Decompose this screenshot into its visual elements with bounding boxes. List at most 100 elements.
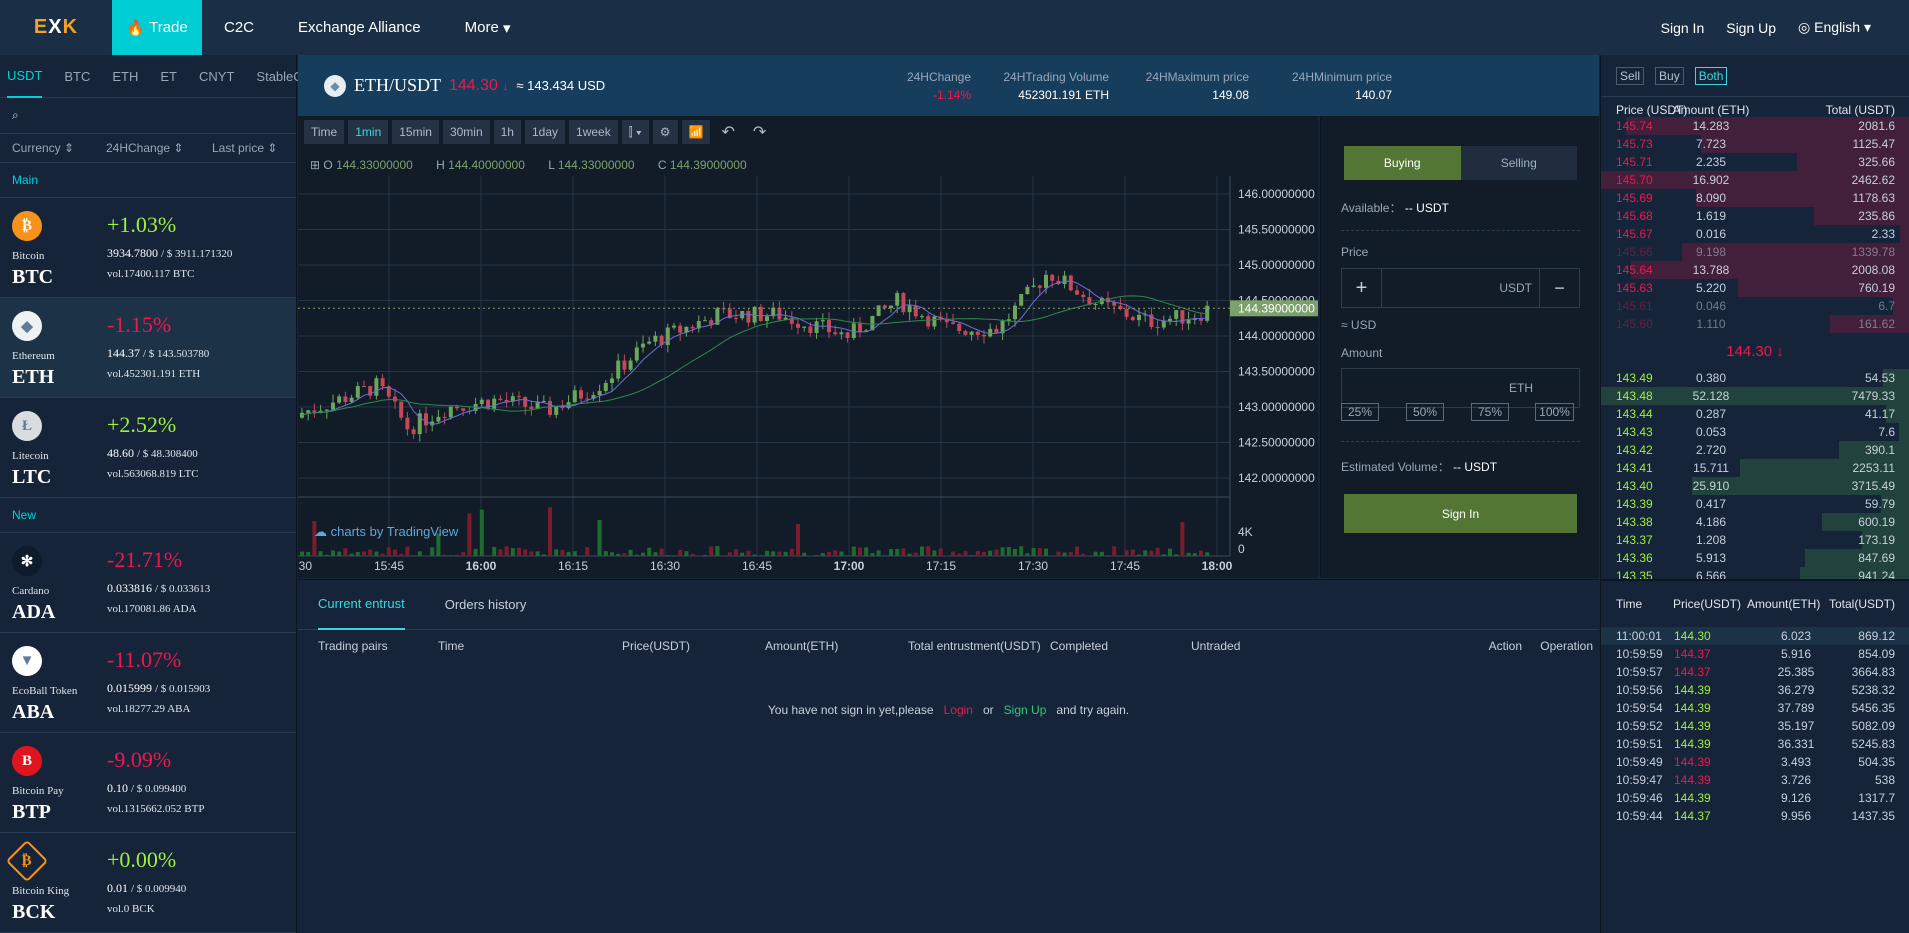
volume-bar xyxy=(393,549,397,556)
percent-25-button[interactable]: 25% xyxy=(1341,403,1379,421)
sort-last-price[interactable]: Last price ⇕ xyxy=(212,141,277,155)
nav-exchange-alliance[interactable]: Exchange Alliance xyxy=(276,0,443,55)
volume-bar xyxy=(678,549,683,556)
amount-input[interactable]: ETH xyxy=(1341,368,1580,408)
candle xyxy=(957,323,962,332)
candle xyxy=(579,390,583,399)
price-input[interactable]: + USDT − xyxy=(1341,268,1580,308)
tab-orders-history[interactable]: Orders history xyxy=(445,580,527,630)
candle xyxy=(907,305,912,313)
bid-row[interactable]: 143.41 15.711 2253.11 xyxy=(1601,459,1909,477)
filter-buy[interactable]: Buy xyxy=(1655,66,1684,85)
market-item-bck[interactable]: ₿ Bitcoin King BCK +0.00% 0.01 / $ 0.009… xyxy=(0,833,296,933)
order-book-panel: Sell Buy Both Price (USDT) Amount (ETH) To… xyxy=(1600,55,1909,933)
market-item-eth[interactable]: ◆ Ethereum ETH -1.15% 144.37 / $ 143.503… xyxy=(0,298,296,398)
bid-row[interactable]: 143.49 0.380 54.53 xyxy=(1601,369,1909,387)
ask-row[interactable]: 145.68 1.619 235.86 xyxy=(1601,207,1909,225)
market-item-ltc[interactable]: Ł Litecoin LTC +2.52% 48.60 / $ 48.30840… xyxy=(0,398,296,498)
quote-tab-usdt[interactable]: USDT xyxy=(7,55,43,98)
ask-row[interactable]: 145.70 16.902 2462.62 xyxy=(1601,171,1909,189)
candle xyxy=(876,305,881,316)
logo[interactable]: EXK xyxy=(0,0,112,55)
quote-tab-btc[interactable]: BTC xyxy=(64,55,90,98)
bid-row[interactable]: 143.36 5.913 847.69 xyxy=(1601,549,1909,567)
candle xyxy=(1174,310,1179,319)
nav-trade[interactable]: 🔥 Trade xyxy=(112,0,202,55)
sort-24h-change[interactable]: 24HChange ⇕ xyxy=(106,141,183,155)
login-link[interactable]: Login xyxy=(944,703,973,717)
price-chart[interactable]: Time 1min 15min 30min 1h 1day 1week ⫿ ▾ ⚙ 📶 ↶ ↷ ⊞ O… xyxy=(298,116,1318,578)
volume-bar xyxy=(1161,554,1166,556)
quote-tab-eth[interactable]: ETH xyxy=(112,55,138,98)
nav-more[interactable]: More ▾ xyxy=(443,0,533,55)
buying-tab[interactable]: Buying xyxy=(1344,146,1461,180)
orders-col-header: Trading pairs xyxy=(318,639,388,653)
bid-row[interactable]: 143.40 25.910 3715.49 xyxy=(1601,477,1909,495)
stat-24h-change: 24HChange -1.14% xyxy=(906,70,971,102)
time-tick: 17:30 xyxy=(1018,559,1048,573)
selling-tab[interactable]: Selling xyxy=(1460,146,1577,180)
orders-col-header: Total entrustment(USDT) xyxy=(908,639,1041,653)
ask-row[interactable]: 145.63 5.220 760.19 xyxy=(1601,279,1909,297)
ask-row[interactable]: 145.61 0.046 6.7 xyxy=(1601,297,1909,315)
market-item-aba[interactable]: ▼ EcoBall Token ABA -11.07% 0.015999 / $… xyxy=(0,633,296,733)
volume-bar xyxy=(417,551,422,556)
candle xyxy=(814,321,819,333)
sort-currency[interactable]: Currency ⇕ xyxy=(12,141,74,155)
bid-row[interactable]: 143.44 0.287 41.17 xyxy=(1601,405,1909,423)
bid-row[interactable]: 143.38 4.186 600.19 xyxy=(1601,513,1909,531)
ask-row[interactable]: 145.66 9.198 1339.78 xyxy=(1601,243,1909,261)
ask-row[interactable]: 145.67 0.016 2.33 xyxy=(1601,225,1909,243)
language-select[interactable]: ◎ English ▾ xyxy=(1798,19,1871,36)
sign-up-link[interactable]: Sign Up xyxy=(1726,20,1776,36)
candle xyxy=(517,396,521,398)
price-tick: 145.00000000 xyxy=(1238,258,1315,272)
volume-bar xyxy=(554,549,559,556)
bid-row[interactable]: 143.42 2.720 390.1 xyxy=(1601,441,1909,459)
percent-75-button[interactable]: 75% xyxy=(1471,403,1509,421)
decrease-price-button[interactable]: − xyxy=(1539,269,1579,307)
candle xyxy=(932,316,937,327)
market-item-btp[interactable]: B Bitcoin Pay BTP -9.09% 0.10 / $ 0.0994… xyxy=(0,733,296,833)
volume-bar xyxy=(926,546,931,556)
ask-row[interactable]: 145.64 13.788 2008.08 xyxy=(1601,261,1909,279)
filter-both[interactable]: Both xyxy=(1694,66,1728,85)
tab-current-entrust[interactable]: Current entrust xyxy=(318,580,405,630)
bid-row[interactable]: 143.37 1.208 173.19 xyxy=(1601,531,1909,549)
quote-tab-cnyt[interactable]: CNYT xyxy=(199,55,234,98)
ask-row[interactable]: 145.60 1.110 161.62 xyxy=(1601,315,1909,333)
search-input[interactable]: ⌕ xyxy=(0,98,296,134)
filter-sell[interactable]: Sell xyxy=(1616,66,1645,85)
volume-bar xyxy=(975,550,980,556)
ask-row[interactable]: 145.73 7.723 1125.47 xyxy=(1601,135,1909,153)
last-price: 0.01 / $ 0.009940 xyxy=(107,881,187,895)
quote-tab-et[interactable]: ET xyxy=(160,55,177,98)
ask-row[interactable]: 145.69 8.090 1178.63 xyxy=(1601,189,1909,207)
candlestick-plot[interactable]: 146.00000000 145.50000000 145.00000000 144.… xyxy=(298,116,1318,578)
percent-100-button[interactable]: 100% xyxy=(1535,403,1574,421)
market-item-btc[interactable]: ₿ Bitcoin BTC +1.03% 3934.7800 / $ 3911.… xyxy=(0,198,296,298)
trade-row: 10:59:44 144.37 9.956 1437.35 xyxy=(1616,809,1895,823)
bid-row[interactable]: 143.48 52.128 7479.33 xyxy=(1601,387,1909,405)
sign-in-button[interactable]: Sign In xyxy=(1344,494,1577,533)
volume-bar xyxy=(889,549,893,556)
bid-row[interactable]: 143.35 6.566 941.24 xyxy=(1601,567,1909,579)
bid-row[interactable]: 143.43 0.053 7.6 xyxy=(1601,423,1909,441)
sign-in-link[interactable]: Sign In xyxy=(1661,20,1705,36)
ask-row[interactable]: 145.74 14.283 2081.6 xyxy=(1601,117,1909,135)
quote-tab-stablec[interactable]: StableC xyxy=(256,55,302,98)
volume-bar xyxy=(684,551,689,556)
time-tick: 15:45 xyxy=(374,559,404,573)
ask-row[interactable]: 145.71 2.235 325.66 xyxy=(1601,153,1909,171)
market-item-ada[interactable]: ✻ Cardano ADA -21.71% 0.033816 / $ 0.033… xyxy=(0,533,296,633)
candle xyxy=(312,410,317,413)
percent-50-button[interactable]: 50% xyxy=(1406,403,1444,421)
volume-bar xyxy=(1155,547,1160,556)
increase-price-button[interactable]: + xyxy=(1342,269,1382,307)
bid-row[interactable]: 143.39 0.417 59.79 xyxy=(1601,495,1909,513)
signup-link[interactable]: Sign Up xyxy=(1004,703,1047,717)
candle xyxy=(963,331,968,335)
trade-row: 10:59:46 144.39 9.126 1317.7 xyxy=(1616,791,1895,805)
nav-c2c[interactable]: C2C xyxy=(202,0,276,55)
eth-icon: ◆ xyxy=(12,311,42,341)
